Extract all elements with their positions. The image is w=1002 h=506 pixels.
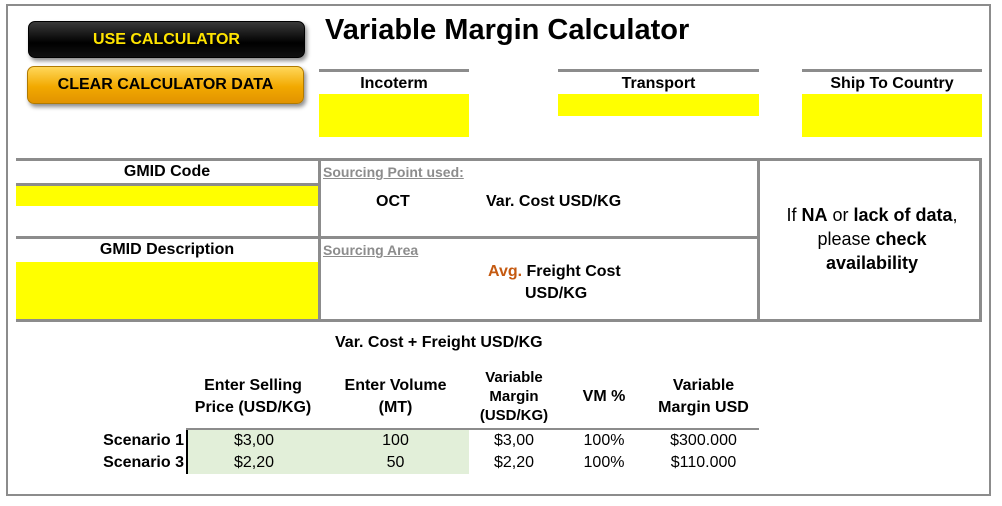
use-calculator-label: USE CALCULATOR bbox=[93, 30, 240, 48]
note-text-or: or bbox=[827, 205, 854, 225]
page-title: Variable Margin Calculator bbox=[325, 14, 690, 46]
column-divider-left bbox=[318, 158, 321, 322]
column-divider-right bbox=[757, 158, 760, 322]
note-text-if: If bbox=[786, 205, 802, 225]
variable-margin-kg-header: Variable Margin (USD/KG) bbox=[469, 368, 559, 425]
vm-header-line1: Variable bbox=[485, 369, 543, 386]
availability-note: If NA or lack of data, please check avai… bbox=[762, 203, 982, 275]
scenario-3-vm-pct: 100% bbox=[583, 454, 625, 471]
section-divider-middle bbox=[16, 236, 759, 239]
scenario-3-volume-input[interactable]: 50 bbox=[322, 452, 469, 474]
avg-word: Avg. bbox=[488, 263, 523, 280]
transport-input[interactable] bbox=[558, 94, 759, 116]
scenario-3-vm-kg: $2,20 bbox=[493, 454, 535, 471]
gmid-code-label: GMID Code bbox=[123, 163, 211, 180]
use-calculator-button[interactable]: USE CALCULATOR bbox=[28, 21, 305, 58]
incoterm-label: Incoterm bbox=[319, 69, 469, 92]
sourcing-area-label: Sourcing Area bbox=[323, 242, 419, 258]
note-text-check: check bbox=[875, 229, 927, 249]
note-text-please: please bbox=[817, 229, 876, 249]
scenario-1-label: Scenario 1 bbox=[103, 432, 184, 449]
scenario-1-vm-pct: 100% bbox=[583, 432, 625, 449]
clear-calculator-label: CLEAR CALCULATOR DATA bbox=[57, 76, 274, 93]
scenario-3-price-input[interactable]: $2,20 bbox=[188, 452, 320, 474]
incoterm-input[interactable] bbox=[319, 94, 469, 137]
selling-price-header-line2: Price (USD/KG) bbox=[194, 399, 312, 416]
section-divider-top bbox=[16, 158, 982, 161]
freight-cost-label: Avg. Freight Cost bbox=[488, 263, 621, 281]
transport-label: Transport bbox=[558, 69, 759, 92]
ship-to-country-input[interactable] bbox=[802, 94, 982, 137]
note-text-comma: , bbox=[952, 205, 958, 225]
scenario-1-price-input[interactable]: $3,00 bbox=[188, 430, 320, 452]
scenario-3-vm-usd: $110.000 bbox=[670, 454, 737, 471]
scenario-3-label: Scenario 3 bbox=[103, 454, 184, 471]
volume-header: Enter Volume (MT) bbox=[324, 375, 467, 419]
var-cost-freight-label: Var. Cost + Freight USD/KG bbox=[335, 334, 543, 351]
scenario-1-volume-input[interactable]: 100 bbox=[322, 430, 469, 452]
selling-price-header-line1: Enter Selling bbox=[204, 377, 302, 394]
sourcing-point-label: Sourcing Point used: bbox=[323, 164, 464, 180]
vm-usd-header-line1: Variable bbox=[672, 377, 735, 394]
vm-usd-header-line2: Margin USD bbox=[658, 399, 749, 416]
gmid-code-input[interactable] bbox=[16, 186, 318, 206]
note-text-na: NA bbox=[801, 205, 828, 225]
scenario-1-vm-usd: $300.000 bbox=[670, 432, 737, 449]
section-divider-bottom bbox=[16, 319, 982, 322]
note-text-availability: availability bbox=[825, 253, 919, 273]
variable-margin-usd-header: Variable Margin USD bbox=[648, 375, 759, 419]
vm-header-line2: Margin bbox=[489, 388, 539, 405]
selling-price-header: Enter Selling Price (USD/KG) bbox=[186, 375, 320, 419]
vm-percent-header: VM % bbox=[582, 388, 626, 405]
ship-to-country-label: Ship To Country bbox=[802, 69, 982, 92]
scenario-1-vm-kg: $3,00 bbox=[493, 432, 535, 449]
gmid-description-label: GMID Description bbox=[99, 241, 235, 258]
volume-header-line2: (MT) bbox=[378, 399, 413, 416]
freight-cost-line1: Freight Cost bbox=[526, 263, 621, 280]
var-cost-label: Var. Cost USD/KG bbox=[486, 193, 622, 210]
clear-calculator-button[interactable]: CLEAR CALCULATOR DATA bbox=[27, 66, 304, 104]
note-text-lack: lack of data bbox=[853, 205, 953, 225]
sourcing-point-value: OCT bbox=[376, 193, 410, 210]
freight-cost-line2: USD/KG bbox=[525, 285, 588, 302]
volume-header-line1: Enter Volume bbox=[344, 377, 447, 394]
gmid-description-input[interactable] bbox=[16, 262, 318, 319]
vm-header-line3: (USD/KG) bbox=[479, 407, 549, 424]
